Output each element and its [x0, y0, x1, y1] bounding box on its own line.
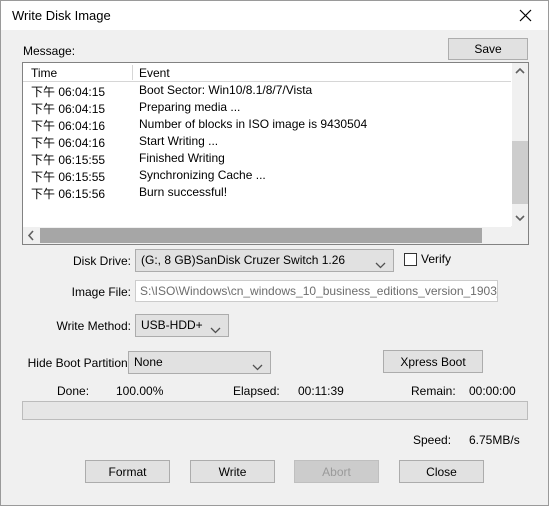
cell-event: Number of blocks in ISO image is 9430504: [139, 117, 368, 131]
verify-checkbox[interactable]: Verify: [404, 252, 451, 266]
cell-time: 下午 06:15:56: [31, 187, 106, 201]
table-row[interactable]: 下午 06:15:55 Synchronizing Cache ...: [23, 167, 528, 184]
elapsed-label: Elapsed:: [233, 384, 280, 398]
listview-horizontal-scrollbar[interactable]: [23, 226, 528, 244]
hide-boot-partition-combobox[interactable]: None: [128, 351, 271, 374]
cell-event: Preparing media ...: [139, 100, 241, 114]
write-button[interactable]: Write: [190, 460, 275, 483]
column-header-event[interactable]: Event: [139, 66, 170, 80]
cell-time: 下午 06:04:15: [31, 102, 106, 116]
format-button[interactable]: Format: [85, 460, 170, 483]
listview-rows: 下午 06:04:15 Boot Sector: Win10/8.1/8/7/V…: [23, 82, 528, 226]
cell-time: 下午 06:04:16: [31, 119, 106, 133]
table-row[interactable]: 下午 06:04:16 Number of blocks in ISO imag…: [23, 116, 528, 133]
cell-event: Burn successful!: [139, 185, 228, 199]
xpress-boot-button[interactable]: Xpress Boot: [383, 350, 483, 373]
scrollbar-corner: [511, 226, 528, 244]
window-title: Write Disk Image: [12, 8, 111, 23]
chevron-down-icon: [252, 360, 263, 374]
table-row[interactable]: 下午 06:15:55 Finished Writing: [23, 150, 528, 167]
remain-value: 00:00:00: [469, 384, 516, 398]
disk-drive-combobox[interactable]: (G:, 8 GB)SanDisk Cruzer Switch 1.26: [135, 249, 394, 272]
close-button[interactable]: Close: [399, 460, 484, 483]
table-row[interactable]: 下午 06:15:56 Burn successful!: [23, 184, 528, 201]
cell-event: Boot Sector: Win10/8.1/8/7/Vista: [139, 83, 313, 97]
vertical-scroll-thumb[interactable]: [512, 141, 528, 204]
remain-label: Remain:: [411, 384, 456, 398]
image-file-input[interactable]: S:\ISO\Windows\cn_windows_10_business_ed…: [135, 280, 498, 302]
verify-label: Verify: [421, 252, 452, 266]
hide-boot-partition-label: Hide Boot Partition:: [27, 356, 131, 370]
write-method-combobox[interactable]: USB-HDD+: [135, 314, 229, 337]
disk-drive-value: (G:, 8 GB)SanDisk Cruzer Switch 1.26: [141, 253, 346, 267]
cell-time: 下午 06:04:15: [31, 85, 106, 99]
listview-vertical-scrollbar[interactable]: [511, 63, 528, 226]
message-label: Message:: [23, 44, 76, 58]
table-row[interactable]: 下午 06:04:15 Boot Sector: Win10/8.1/8/7/V…: [23, 82, 528, 99]
cell-time: 下午 06:04:16: [31, 136, 106, 150]
done-value: 100.00%: [116, 384, 164, 398]
hide-boot-partition-value: None: [134, 355, 163, 369]
scroll-down-arrow-icon[interactable]: [512, 209, 528, 226]
cell-time: 下午 06:15:55: [31, 153, 106, 167]
listview-header: Time Event: [23, 63, 528, 82]
speed-value: 6.75MB/s: [469, 433, 520, 447]
dialog-body: Message: Save Time Event 下午 06:04:15 Boo…: [1, 30, 548, 505]
scroll-left-arrow-icon[interactable]: [23, 227, 40, 244]
disk-drive-label: Disk Drive:: [72, 254, 131, 268]
image-file-value: S:\ISO\Windows\cn_windows_10_business_ed…: [140, 284, 498, 298]
table-row[interactable]: 下午 06:04:16 Start Writing ...: [23, 133, 528, 150]
speed-label: Speed:: [413, 433, 452, 447]
column-divider[interactable]: [132, 65, 133, 80]
column-header-time[interactable]: Time: [31, 66, 57, 80]
cell-event: Synchronizing Cache ...: [139, 168, 266, 182]
write-disk-image-dialog: Write Disk Image Message: Save Time Even…: [0, 0, 549, 506]
chevron-down-icon: [375, 258, 386, 272]
image-file-label: Image File:: [71, 285, 131, 299]
verify-checkbox-box[interactable]: [404, 252, 417, 266]
abort-button: Abort: [294, 460, 379, 483]
chevron-down-icon: [210, 323, 221, 337]
save-button[interactable]: Save: [448, 38, 528, 60]
progress-bar: [22, 401, 528, 420]
close-icon: [503, 9, 548, 22]
cell-time: 下午 06:15:55: [31, 170, 106, 184]
table-row[interactable]: 下午 06:04:15 Preparing media ...: [23, 99, 528, 116]
message-log-listview[interactable]: Time Event 下午 06:04:15 Boot Sector: Win1…: [22, 62, 529, 245]
horizontal-scroll-thumb[interactable]: [40, 228, 482, 243]
scroll-up-arrow-icon[interactable]: [512, 63, 528, 80]
write-method-value: USB-HDD+: [141, 318, 203, 332]
cell-event: Finished Writing: [139, 151, 225, 165]
done-label: Done:: [57, 384, 90, 398]
elapsed-value: 00:11:39: [298, 384, 344, 398]
write-method-label: Write Method:: [56, 319, 131, 333]
title-bar: Write Disk Image: [1, 1, 548, 30]
close-window-button[interactable]: [503, 1, 548, 30]
cell-event: Start Writing ...: [139, 134, 219, 148]
